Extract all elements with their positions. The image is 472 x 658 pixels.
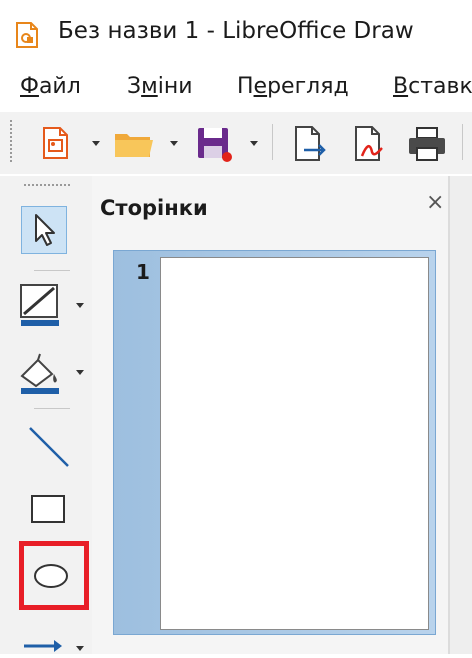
export-pdf-button[interactable]	[350, 124, 388, 164]
toolbar-separator	[272, 124, 273, 160]
rectangle-icon	[31, 495, 65, 523]
libreoffice-draw-app-icon	[14, 22, 40, 48]
toolbar-separator	[462, 124, 463, 160]
export-icon	[295, 126, 326, 161]
open-button[interactable]	[112, 124, 156, 162]
toolbox-separator	[34, 270, 70, 271]
menu-view[interactable]: Перегляд	[237, 74, 349, 99]
window-title: Без назви 1 - LibreOffice Draw	[58, 18, 414, 44]
fill-color-button[interactable]	[18, 350, 64, 396]
line-color-icon	[20, 284, 59, 326]
save-button[interactable]	[194, 124, 234, 164]
menu-file[interactable]: Файл	[20, 74, 81, 99]
menu-insert-label: Вставк	[393, 74, 472, 99]
line-tool-button[interactable]	[26, 424, 72, 470]
new-drawing-icon	[43, 127, 68, 159]
print-icon	[409, 127, 445, 161]
menu-edit-label: Зміни	[127, 74, 193, 99]
select-icon	[35, 214, 55, 246]
export-button[interactable]	[290, 124, 328, 164]
rectangle-tool-button[interactable]	[26, 492, 72, 528]
save-icon	[198, 128, 232, 162]
new-drawing-dropdown-arrow[interactable]	[92, 141, 100, 146]
line-color-button[interactable]	[18, 282, 64, 330]
pages-panel-title: Сторінки	[100, 196, 208, 220]
open-folder-icon	[115, 134, 153, 157]
new-drawing-button[interactable]	[36, 124, 74, 162]
export-pdf-icon	[355, 126, 383, 161]
line-arrow-dropdown-arrow[interactable]	[76, 646, 84, 651]
page-thumbnail[interactable]	[160, 257, 429, 630]
fill-color-dropdown-arrow[interactable]	[76, 370, 84, 375]
fill-color-icon	[20, 353, 59, 394]
toolbar-grip[interactable]	[10, 120, 16, 162]
menu-insert[interactable]: Вставк	[393, 74, 472, 99]
menu-edit[interactable]: Зміни	[127, 74, 193, 99]
save-dropdown-arrow[interactable]	[250, 141, 258, 146]
line-arrow-icon	[24, 640, 62, 652]
open-dropdown-arrow[interactable]	[170, 141, 178, 146]
ellipse-tool-highlight-frame	[19, 541, 89, 610]
line-color-dropdown-arrow[interactable]	[76, 303, 84, 308]
toolbox-grip[interactable]	[24, 184, 70, 189]
line-icon	[29, 427, 69, 467]
menu-file-label: Файл	[20, 74, 81, 99]
print-button[interactable]	[406, 124, 448, 164]
drawing-canvas[interactable]	[450, 176, 472, 654]
menu-view-label: Перегляд	[237, 74, 349, 99]
page-number: 1	[136, 260, 150, 284]
line-arrow-tool-button[interactable]	[22, 636, 68, 654]
toolbox-separator	[34, 408, 70, 409]
select-tool-button[interactable]	[21, 206, 67, 254]
close-icon[interactable]: ×	[426, 190, 444, 215]
